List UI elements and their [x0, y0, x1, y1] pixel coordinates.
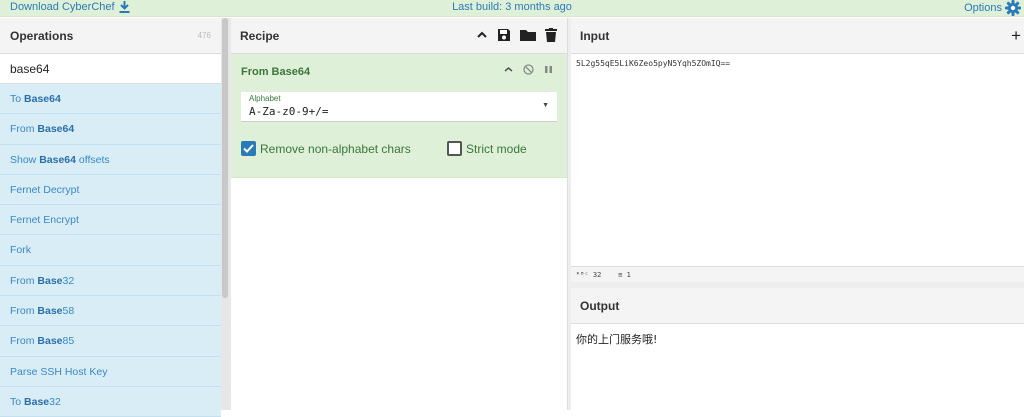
- line-count-icon: ≡: [618, 271, 623, 279]
- gear-icon[interactable]: [1005, 0, 1021, 16]
- chevron-up-icon[interactable]: [476, 29, 488, 41]
- alphabet-value[interactable]: A-Za-z0-9+/=: [249, 105, 328, 118]
- operation-list-item[interactable]: Fork: [0, 235, 221, 266]
- download-label[interactable]: Download CyberChef: [10, 1, 115, 13]
- operation-label-part[interactable]: Fork: [10, 244, 31, 256]
- char-count: 32: [592, 271, 602, 279]
- strict-mode-label[interactable]: Strict mode: [466, 142, 527, 156]
- recipe-header: Recipe: [231, 18, 567, 54]
- output-title: Output: [580, 299, 620, 313]
- operation-list-item[interactable]: Fernet Encrypt: [0, 205, 221, 236]
- input-panel: Input + 5L2g55qE5LiK6Zeo5pyN5Yqh5ZOmIQ==: [571, 18, 1024, 265]
- operation-label-match[interactable]: Base64: [39, 154, 76, 166]
- recipe-panel: Recipe From Base64 Alphabet A-Za-z0-9+/=…: [231, 18, 568, 410]
- recipe-operation-card: From Base64 Alphabet A-Za-z0-9+/= ▼ Remo…: [231, 54, 567, 178]
- remove-non-alphabet-checkbox[interactable]: Remove non-alphabet chars: [241, 141, 411, 156]
- operation-label-part[interactable]: Fernet Decrypt: [10, 184, 79, 196]
- operations-header: Operations 476: [0, 18, 221, 54]
- operation-list-item[interactable]: Fernet Decrypt: [0, 175, 221, 206]
- operation-list-item[interactable]: From Base85: [0, 326, 221, 357]
- line-count: 1: [626, 271, 631, 279]
- operation-label-part[interactable]: From: [10, 123, 37, 135]
- operation-label-part[interactable]: Show: [10, 154, 39, 166]
- top-banner: Download CyberChef Last build: 3 months …: [0, 0, 1024, 17]
- search-input[interactable]: [10, 62, 210, 76]
- output-header: Output: [571, 288, 1024, 324]
- operation-list-item[interactable]: Parse SSH Host Key: [0, 357, 221, 387]
- options-button[interactable]: Options: [964, 0, 1021, 16]
- pause-icon[interactable]: [544, 65, 553, 74]
- alphabet-select[interactable]: Alphabet A-Za-z0-9+/= ▼: [241, 92, 557, 122]
- operation-list-item[interactable]: From Base58: [0, 296, 221, 327]
- trash-icon[interactable]: [545, 28, 557, 42]
- char-count-icon: ᴿᴮᶜ: [576, 271, 589, 279]
- operation-label-part[interactable]: From: [10, 275, 37, 287]
- operation-label-part[interactable]: Fernet Encrypt: [10, 214, 79, 226]
- operation-label-part[interactable]: From: [10, 305, 37, 317]
- operation-label-match[interactable]: Base: [37, 275, 62, 287]
- operation-label-part[interactable]: 85: [63, 335, 75, 347]
- operations-search[interactable]: [0, 54, 221, 84]
- alphabet-label: Alphabet: [249, 94, 281, 103]
- operation-label-part[interactable]: Parse SSH Host Key: [10, 366, 107, 378]
- disable-icon[interactable]: [523, 64, 534, 75]
- operation-label-part[interactable]: 32: [63, 275, 75, 287]
- folder-icon[interactable]: [520, 28, 536, 42]
- checkbox-unchecked-icon[interactable]: [447, 141, 462, 156]
- input-textarea[interactable]: 5L2g55qE5LiK6Zeo5pyN5Yqh5ZOmIQ==: [571, 54, 1024, 73]
- download-icon[interactable]: [119, 1, 130, 13]
- operation-list-item[interactable]: To Base64: [0, 84, 221, 115]
- operation-label-part[interactable]: To: [10, 396, 24, 408]
- operation-label-match[interactable]: Base: [37, 305, 62, 317]
- operation-label-match[interactable]: Base64: [37, 123, 74, 135]
- input-header: Input +: [571, 18, 1024, 54]
- operations-title: Operations: [10, 29, 74, 43]
- recipe-title: Recipe: [240, 29, 280, 43]
- strict-mode-checkbox[interactable]: Strict mode: [447, 141, 527, 156]
- operation-list-item[interactable]: From Base32: [0, 266, 221, 297]
- recipe-toolbar: [476, 28, 557, 42]
- operation-label-part[interactable]: offsets: [76, 154, 110, 166]
- save-icon[interactable]: [497, 28, 511, 42]
- operation-label-match[interactable]: Base64: [24, 93, 61, 105]
- operation-list-item[interactable]: To Base32: [0, 387, 221, 417]
- scrollbar-thumb[interactable]: [222, 18, 228, 298]
- checkbox-checked-icon[interactable]: [241, 141, 256, 156]
- operation-label-part[interactable]: 58: [63, 305, 75, 317]
- output-panel: Output 你的上门服务哦!: [571, 288, 1024, 410]
- input-title: Input: [580, 29, 610, 43]
- last-build-link[interactable]: Last build: 3 months ago: [0, 1, 1024, 13]
- operations-scrollbar[interactable]: [221, 18, 229, 410]
- operation-controls: [504, 64, 553, 75]
- operations-panel: Operations 476 To Base64From Base64Show …: [0, 18, 222, 417]
- operations-list: To Base64 From Base64 Show Base64 offsets F…: [0, 84, 221, 417]
- caret-down-icon[interactable]: ▼: [542, 102, 549, 109]
- operation-label-part[interactable]: 32: [49, 396, 61, 408]
- operation-label-match[interactable]: Base: [37, 335, 62, 347]
- operation-label-part[interactable]: From: [10, 335, 37, 347]
- options-label[interactable]: Options: [964, 2, 1002, 14]
- output-textarea[interactable]: 你的上门服务哦!: [571, 324, 1024, 354]
- operation-label-match[interactable]: Base: [24, 396, 49, 408]
- add-input-icon[interactable]: +: [1011, 18, 1021, 54]
- operation-list-item[interactable]: From Base64: [0, 114, 221, 145]
- operation-label-part[interactable]: To: [10, 93, 24, 105]
- chevron-up-icon[interactable]: [504, 65, 513, 74]
- input-status-bar: ᴿᴮᶜ 32 ≡ 1: [571, 266, 1024, 282]
- download-link[interactable]: Download CyberChef: [10, 1, 130, 13]
- recipe-operation-name: From Base64: [241, 66, 311, 78]
- remove-non-alphabet-label[interactable]: Remove non-alphabet chars: [260, 142, 411, 156]
- operations-count: 476: [197, 31, 211, 40]
- operation-list-item[interactable]: Show Base64 offsets: [0, 145, 221, 175]
